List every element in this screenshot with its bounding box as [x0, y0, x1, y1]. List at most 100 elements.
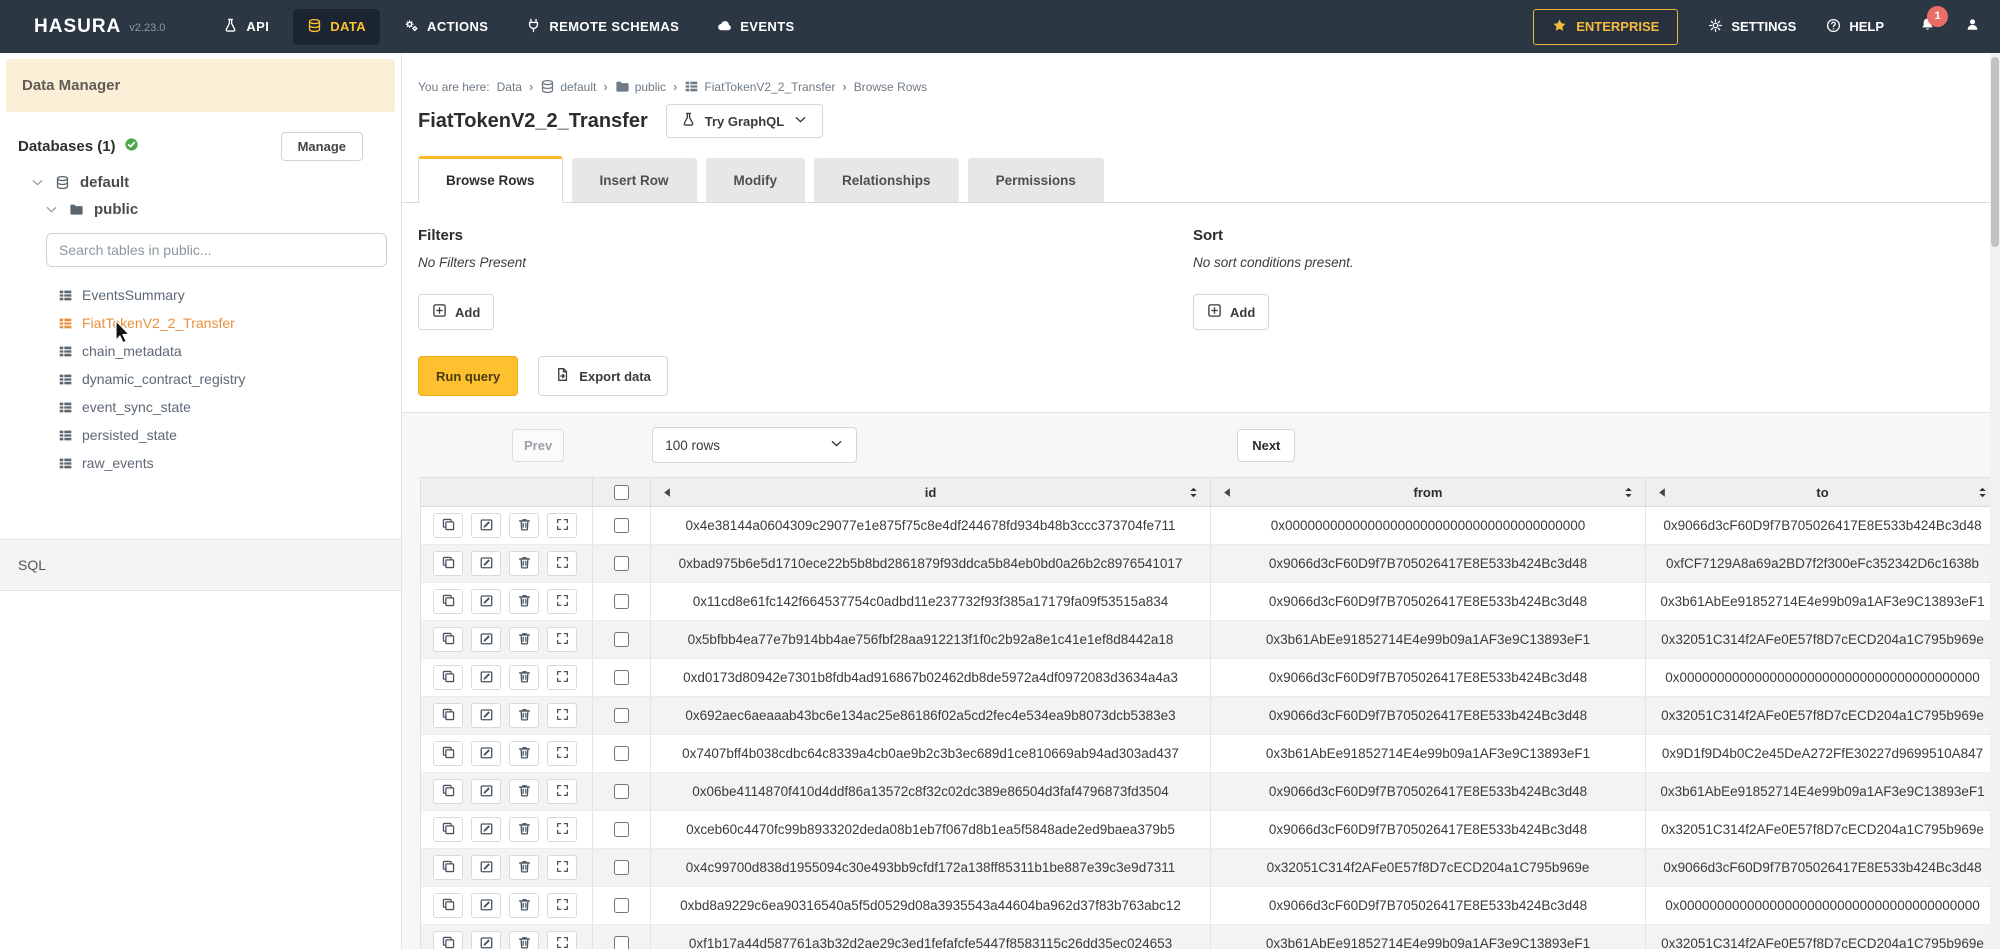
expand-row-button[interactable] [547, 665, 577, 690]
select-all-checkbox[interactable] [614, 485, 629, 500]
expand-row-button[interactable] [547, 931, 577, 949]
row-checkbox[interactable] [614, 860, 629, 875]
row-checkbox[interactable] [614, 556, 629, 571]
breadcrumb-item-public[interactable]: public [615, 79, 666, 94]
scrollbar-thumb[interactable] [1991, 57, 1999, 247]
nav-item-api[interactable]: API [209, 9, 283, 45]
delete-row-button[interactable] [509, 589, 539, 614]
nav-item-actions[interactable]: ACTIONS [390, 9, 502, 45]
expand-row-button[interactable] [547, 855, 577, 880]
tab-modify[interactable]: Modify [706, 158, 806, 202]
row-checkbox[interactable] [614, 784, 629, 799]
row-checkbox[interactable] [614, 936, 629, 949]
add-filter-button[interactable]: Add [418, 294, 494, 330]
try-graphql-button[interactable]: Try GraphQL [666, 104, 823, 138]
delete-row-button[interactable] [509, 855, 539, 880]
row-checkbox[interactable] [614, 822, 629, 837]
copy-row-button[interactable] [433, 855, 463, 880]
edit-row-button[interactable] [471, 589, 501, 614]
delete-row-button[interactable] [509, 627, 539, 652]
copy-row-button[interactable] [433, 665, 463, 690]
notifications-button[interactable]: 1 [1920, 17, 1935, 37]
chevron-down-icon[interactable] [44, 202, 59, 217]
row-checkbox[interactable] [614, 632, 629, 647]
row-checkbox[interactable] [614, 898, 629, 913]
copy-row-button[interactable] [433, 931, 463, 949]
edit-row-button[interactable] [471, 779, 501, 804]
row-checkbox[interactable] [614, 670, 629, 685]
tab-permissions[interactable]: Permissions [968, 158, 1104, 202]
column-header-from[interactable]: from [1211, 478, 1646, 506]
edit-row-button[interactable] [471, 855, 501, 880]
expand-row-button[interactable] [547, 551, 577, 576]
breadcrumb-item-default[interactable]: default [540, 79, 596, 94]
edit-row-button[interactable] [471, 703, 501, 728]
row-checkbox[interactable] [614, 708, 629, 723]
next-page-button[interactable]: Next [1237, 429, 1295, 462]
expand-row-button[interactable] [547, 627, 577, 652]
delete-row-button[interactable] [509, 931, 539, 949]
scrollbar[interactable] [1990, 53, 2000, 949]
expand-row-button[interactable] [547, 513, 577, 538]
expand-row-button[interactable] [547, 741, 577, 766]
tab-insert-row[interactable]: Insert Row [572, 158, 697, 202]
sidebar-item-table-FiatTokenV2_2_Transfer[interactable]: FiatTokenV2_2_Transfer [58, 309, 401, 337]
nav-item-events[interactable]: EVENTS [703, 9, 808, 45]
hasura-logo[interactable]: HASURA [24, 16, 121, 38]
copy-row-button[interactable] [433, 627, 463, 652]
edit-row-button[interactable] [471, 627, 501, 652]
copy-row-button[interactable] [433, 513, 463, 538]
expand-row-button[interactable] [547, 703, 577, 728]
delete-row-button[interactable] [509, 893, 539, 918]
rows-per-page-select[interactable]: 100 rows [652, 427, 857, 463]
sidebar-item-table-dynamic_contract_registry[interactable]: dynamic_contract_registry [58, 365, 401, 393]
nav-item-data[interactable]: DATA [293, 9, 380, 45]
column-header-to[interactable]: to [1646, 478, 2000, 506]
edit-row-button[interactable] [471, 817, 501, 842]
expand-row-button[interactable] [547, 893, 577, 918]
edit-row-button[interactable] [471, 893, 501, 918]
search-tables-input[interactable] [46, 233, 387, 267]
delete-row-button[interactable] [509, 779, 539, 804]
row-checkbox[interactable] [614, 518, 629, 533]
copy-row-button[interactable] [433, 741, 463, 766]
help-button[interactable]: HELP [1826, 18, 1884, 36]
edit-row-button[interactable] [471, 741, 501, 766]
edit-row-button[interactable] [471, 931, 501, 949]
sidebar-item-sql[interactable]: SQL [0, 539, 401, 591]
sidebar-item-table-event_sync_state[interactable]: event_sync_state [58, 393, 401, 421]
breadcrumb-item-browse-rows[interactable]: Browse Rows [854, 80, 927, 94]
settings-button[interactable]: SETTINGS [1708, 18, 1796, 36]
user-menu-button[interactable] [1965, 17, 1980, 37]
delete-row-button[interactable] [509, 665, 539, 690]
collapse-column-icon[interactable] [1220, 485, 1235, 500]
delete-row-button[interactable] [509, 703, 539, 728]
breadcrumb-item-fiattokenv2_2_transfer[interactable]: FiatTokenV2_2_Transfer [684, 79, 835, 94]
row-checkbox[interactable] [614, 746, 629, 761]
column-header-id[interactable]: id [651, 478, 1211, 506]
sidebar-item-database-default[interactable]: default [0, 169, 401, 196]
edit-row-button[interactable] [471, 665, 501, 690]
run-query-button[interactable]: Run query [418, 356, 518, 396]
delete-row-button[interactable] [509, 551, 539, 576]
sidebar-item-table-EventsSummary[interactable]: EventsSummary [58, 281, 401, 309]
sidebar-item-table-raw_events[interactable]: raw_events [58, 449, 401, 477]
expand-row-button[interactable] [547, 817, 577, 842]
row-checkbox[interactable] [614, 594, 629, 609]
manage-button[interactable]: Manage [281, 132, 363, 161]
edit-row-button[interactable] [471, 513, 501, 538]
nav-item-remote-schemas[interactable]: REMOTE SCHEMAS [512, 9, 693, 45]
copy-row-button[interactable] [433, 893, 463, 918]
sort-icon[interactable] [1186, 485, 1201, 500]
copy-row-button[interactable] [433, 779, 463, 804]
sort-icon[interactable] [1621, 485, 1636, 500]
sidebar-item-table-persisted_state[interactable]: persisted_state [58, 421, 401, 449]
delete-row-button[interactable] [509, 513, 539, 538]
copy-row-button[interactable] [433, 589, 463, 614]
delete-row-button[interactable] [509, 817, 539, 842]
chevron-down-icon[interactable] [30, 175, 45, 190]
copy-row-button[interactable] [433, 817, 463, 842]
enterprise-button[interactable]: ENTERPRISE [1533, 9, 1678, 45]
edit-row-button[interactable] [471, 551, 501, 576]
prev-page-button[interactable]: Prev [512, 429, 564, 462]
